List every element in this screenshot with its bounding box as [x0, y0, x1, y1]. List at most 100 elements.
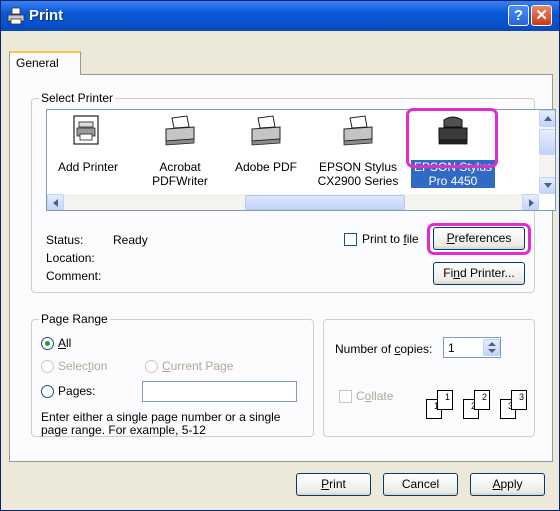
page-number: 3 — [518, 392, 524, 402]
collate-page: 2 — [474, 390, 490, 410]
current-page-label[interactable]: Current Page — [162, 359, 233, 373]
print-to-file-checkbox[interactable] — [344, 233, 357, 246]
find-printer-button[interactable]: Find Printer... — [433, 262, 525, 285]
printer-name-line2: PDFWriter — [152, 174, 208, 188]
window-title: Print — [29, 7, 64, 24]
scroll-down-button[interactable] — [539, 177, 555, 194]
printer-name-line2: Pro 4450 — [428, 174, 478, 188]
chevron-left-icon — [53, 199, 58, 207]
printer-item-epson-cx2900[interactable]: EPSON Stylus CX2900 Series — [317, 110, 399, 190]
print-to-file-label[interactable]: Print to file — [362, 232, 419, 246]
label-part: Pa — [58, 384, 73, 398]
printer-icon — [7, 7, 25, 25]
print-button[interactable]: Print — [296, 473, 371, 496]
label-part: ll — [66, 336, 72, 350]
label-accel: A — [58, 336, 67, 350]
tab-general-label: General — [16, 56, 59, 70]
copies-group — [323, 319, 535, 437]
title-bar[interactable]: Print ? ✕ — [1, 1, 559, 31]
copies-spinner[interactable]: 1 — [443, 337, 501, 358]
label-part: Number of — [335, 342, 395, 356]
label-part: ile — [406, 232, 419, 246]
label-part: Print to — [362, 232, 404, 246]
number-of-copies-label: Number of copies: — [335, 342, 432, 356]
tab-general[interactable]: General — [9, 51, 81, 75]
current-page-radio[interactable] — [145, 360, 158, 373]
printer-list-vscrollbar[interactable] — [539, 110, 555, 194]
chevron-down-icon — [544, 183, 552, 188]
printer-icon — [165, 115, 195, 146]
label-part: llate — [371, 389, 394, 403]
printer-item-adobe-pdf[interactable]: Adobe PDF — [225, 110, 307, 190]
label-part: Cancel — [401, 477, 440, 491]
printer-item-acrobat[interactable]: Acrobat PDFWriter — [139, 110, 221, 190]
hscroll-thumb[interactable] — [245, 195, 405, 210]
printer-item-add-printer[interactable]: Add Printer — [47, 110, 129, 190]
label-part: rint — [329, 477, 346, 491]
status-label: Status: — [46, 233, 84, 247]
collate-checkbox[interactable] — [339, 390, 352, 403]
printer-icon — [343, 115, 373, 146]
printer-list-hscrollbar[interactable] — [47, 194, 539, 210]
close-button[interactable]: ✕ — [531, 5, 552, 26]
page-range-legend: Page Range — [39, 312, 110, 326]
page-number: 1 — [444, 392, 450, 402]
printer-name: EPSON Stylus — [318, 160, 398, 174]
print-dialog: Print ? ✕ General Select Printer Add Pri… — [0, 0, 560, 511]
label-accel: C — [162, 359, 171, 373]
collate-label[interactable]: Collate — [356, 389, 393, 403]
label-part: Selec — [58, 359, 89, 373]
location-label: Location: — [46, 251, 95, 265]
all-label[interactable]: All — [58, 336, 71, 350]
all-radio[interactable] — [41, 337, 54, 350]
label-part: pply — [500, 477, 523, 491]
selection-radio[interactable] — [41, 360, 54, 373]
chevron-down-icon — [488, 349, 496, 353]
label-part: Fi — [443, 266, 454, 280]
highlight-selected-printer — [406, 108, 498, 168]
scroll-right-button[interactable] — [522, 194, 539, 210]
close-icon: ✕ — [535, 7, 548, 24]
label-accel: n — [453, 266, 460, 280]
collate-page: 1 — [437, 390, 453, 410]
scroll-thumb[interactable] — [539, 129, 555, 155]
help-button[interactable]: ? — [508, 5, 529, 26]
label-accel: P — [446, 231, 455, 245]
pages-label[interactable]: Pages: — [58, 384, 95, 398]
label-accel: A — [492, 477, 501, 491]
scroll-up-button[interactable] — [539, 110, 555, 127]
printer-name: Add Printer — [57, 160, 119, 174]
pages-input[interactable] — [142, 381, 297, 402]
apply-button[interactable]: Apply — [470, 473, 545, 496]
chevron-up-icon — [488, 342, 496, 346]
collate-page: 3 — [511, 390, 527, 410]
page-number: 2 — [481, 392, 487, 402]
page-range-help-line2: page range. For example, 5-12 — [41, 423, 206, 437]
chevron-right-icon — [529, 199, 534, 207]
label-part: urrent Page — [170, 359, 234, 373]
cancel-button[interactable]: Cancel — [383, 473, 458, 496]
selection-label[interactable]: Selection — [58, 359, 107, 373]
add-printer-icon — [73, 115, 99, 145]
label-part: d Printer... — [459, 266, 515, 280]
printer-name-line2: CX2900 Series — [317, 174, 399, 188]
page-range-help-line1: Enter either a single page number or a s… — [41, 410, 281, 424]
printer-name: Acrobat — [159, 160, 201, 174]
label-part: es: — [79, 384, 96, 398]
printer-icon — [251, 115, 281, 146]
copies-value[interactable]: 1 — [448, 341, 455, 355]
label-part: references — [454, 231, 512, 245]
pages-radio[interactable] — [41, 385, 54, 398]
printer-name: Adobe PDF — [234, 160, 298, 174]
label-accel: P — [321, 477, 330, 491]
chevron-up-icon — [544, 116, 552, 121]
scroll-left-button[interactable] — [47, 194, 64, 210]
copies-spin-button[interactable] — [483, 339, 500, 356]
select-printer-legend: Select Printer — [39, 91, 116, 105]
status-value: Ready — [113, 233, 148, 247]
preferences-button[interactable]: Preferences — [433, 227, 525, 250]
label-part: opies: — [400, 342, 433, 356]
label-part: C — [356, 389, 365, 403]
comment-label: Comment: — [46, 269, 102, 283]
label-part: ion — [91, 359, 108, 373]
